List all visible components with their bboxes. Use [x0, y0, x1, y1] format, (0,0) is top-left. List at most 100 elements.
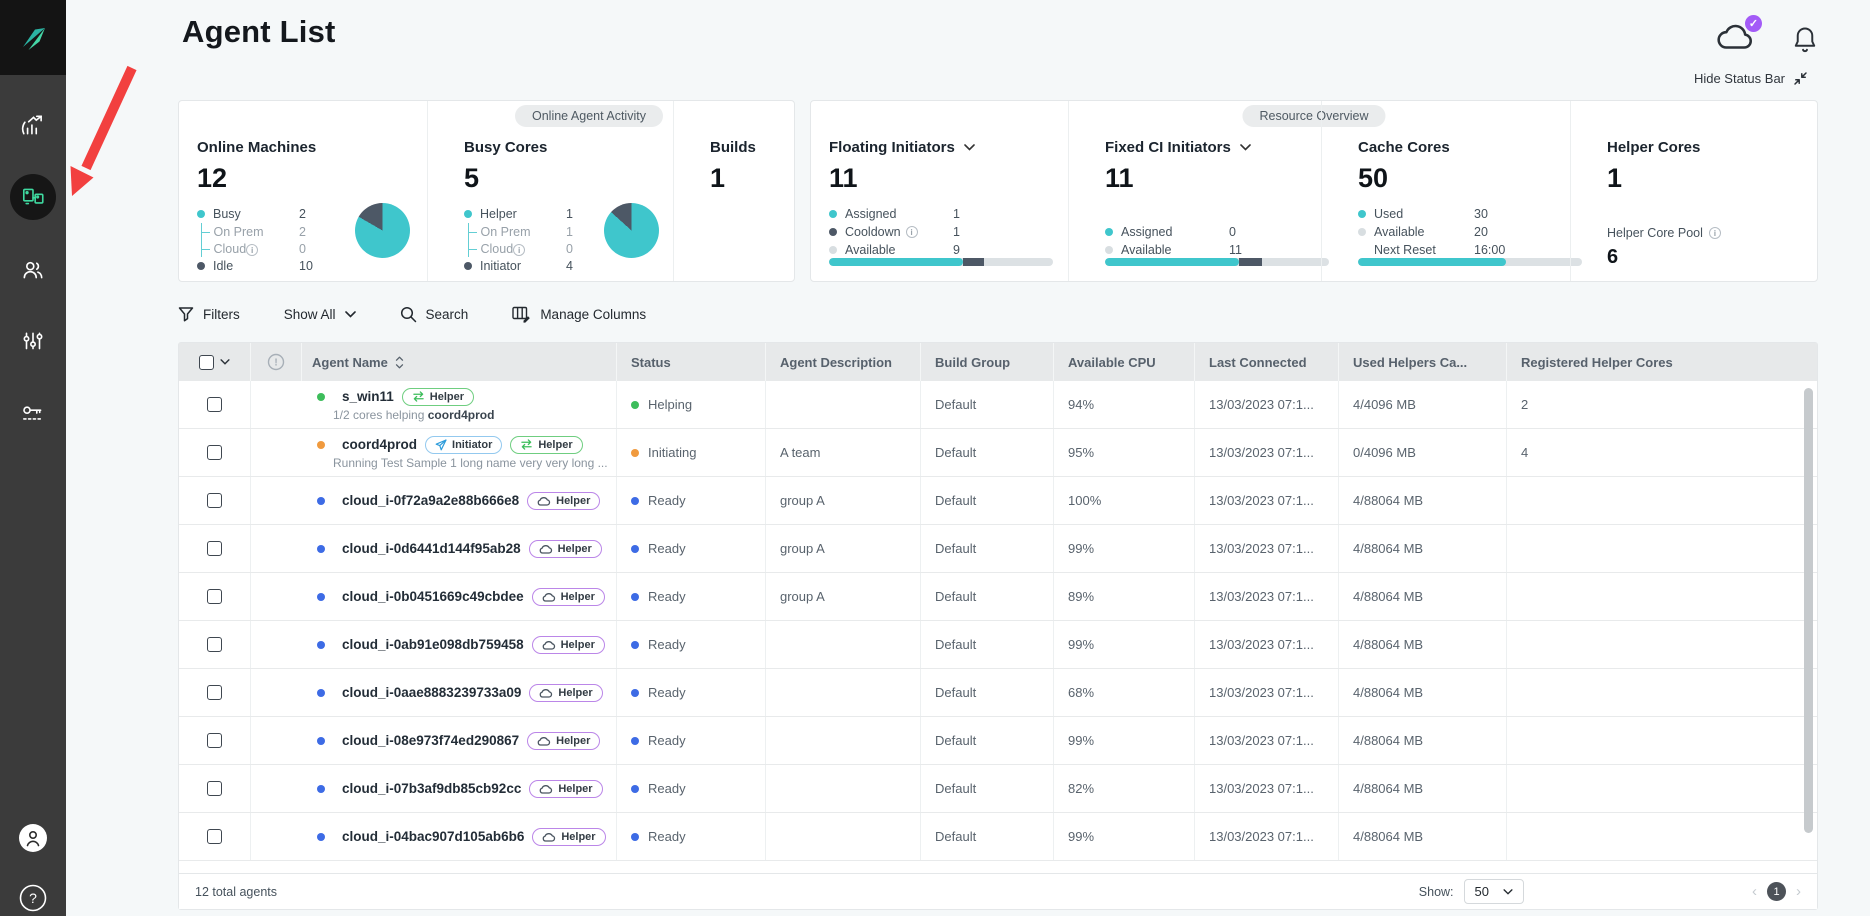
busy-label: Busy	[213, 207, 241, 221]
header-build-group[interactable]: Build Group	[921, 343, 1054, 381]
row-checkbox[interactable]	[207, 637, 222, 652]
show-all-dropdown[interactable]: Show All	[284, 307, 356, 322]
cache-cores-value: 50	[1358, 165, 1570, 192]
status-label: Ready	[648, 781, 686, 796]
notifications-bell-icon[interactable]	[1792, 25, 1818, 55]
agent-name: cloud_i-0ab91e098db759458	[342, 637, 524, 652]
hide-status-bar-label: Hide Status Bar	[1694, 71, 1785, 86]
manage-columns-button[interactable]: Manage Columns	[512, 306, 646, 323]
agents-table: ! Agent Name Status Agent Description Bu…	[178, 342, 1818, 910]
header-used-helpers[interactable]: Used Helpers Ca...	[1339, 343, 1507, 381]
header-registered-helper-cores[interactable]: Registered Helper Cores	[1507, 343, 1817, 381]
brand-logo-icon	[16, 21, 50, 55]
on-prem-value: 1	[566, 225, 592, 239]
sidebar-item-agents[interactable]	[10, 174, 56, 220]
table-body: s_win11Helper1/2 cores helping coord4pro…	[179, 381, 1817, 861]
row-checkbox[interactable]	[207, 829, 222, 844]
agent-name-cell[interactable]: cloud_i-0b0451669c49cbdeeHelper	[251, 573, 617, 620]
floating-initiators-section: Floating Initiators 11 Assigned1 Cooldow…	[811, 101, 1068, 281]
registered-helper-cores-cell: 2	[1507, 381, 1817, 428]
row-checkbox[interactable]	[207, 445, 222, 460]
header-actions: ✓	[1716, 22, 1818, 57]
agent-name-cell[interactable]: s_win11Helper1/2 cores helping coord4pro…	[251, 381, 617, 428]
search-button[interactable]: Search	[400, 306, 469, 323]
row-checkbox[interactable]	[207, 781, 222, 796]
build-group-cell: Default	[921, 477, 1054, 524]
show-label: Show:	[1419, 885, 1454, 899]
agent-name-cell[interactable]: cloud_i-07b3af9db85cb92ccHelper	[251, 765, 617, 812]
info-icon[interactable]: i	[1709, 227, 1721, 239]
helper-badge: Helper	[402, 388, 474, 406]
info-icon[interactable]: i	[246, 244, 258, 256]
build-group-cell: Default	[921, 621, 1054, 668]
row-checkbox[interactable]	[207, 733, 222, 748]
on-prem-label: On Prem	[214, 225, 264, 239]
svg-text:!: !	[274, 358, 277, 369]
swap-arrows-icon	[520, 439, 533, 450]
sidebar-item-account[interactable]	[18, 823, 48, 853]
header-status[interactable]: Status	[617, 343, 766, 381]
agent-name-cell[interactable]: cloud_i-0f72a9a2e88b666e8Helper	[251, 477, 617, 524]
helper-cores-title: Helper Cores	[1607, 139, 1817, 156]
app-logo[interactable]	[0, 0, 66, 75]
fixed-ci-initiators-title[interactable]: Fixed CI Initiators	[1105, 139, 1321, 156]
status-label: Ready	[648, 685, 686, 700]
cloud-badge: Helper	[527, 732, 600, 750]
header-select-all[interactable]	[179, 343, 251, 381]
chevron-down-icon	[964, 144, 975, 151]
row-checkbox[interactable]	[207, 589, 222, 604]
idle-label: Idle	[213, 259, 233, 273]
info-icon[interactable]: i	[513, 244, 525, 256]
available-value: 9	[953, 243, 979, 257]
cloud-check-badge: ✓	[1745, 15, 1762, 32]
page-size-select[interactable]: 50	[1464, 879, 1524, 904]
registered-helper-cores-cell	[1507, 765, 1817, 812]
helper-core-pool-value: 6	[1607, 246, 1817, 269]
description-cell	[766, 381, 921, 428]
last-connected-cell: 13/03/2023 07:1...	[1195, 525, 1339, 572]
header-available-cpu[interactable]: Available CPU	[1054, 343, 1195, 381]
row-select-cell	[179, 765, 251, 812]
select-all-checkbox[interactable]	[199, 355, 214, 370]
status-cell: Ready	[617, 525, 766, 572]
online-machines-value: 12	[197, 165, 427, 192]
helper-dot	[464, 210, 472, 218]
builds-title: Builds	[710, 139, 794, 156]
cloud-status-button[interactable]: ✓	[1716, 22, 1756, 57]
header-last-connected[interactable]: Last Connected	[1195, 343, 1339, 381]
chevron-down-icon[interactable]	[220, 359, 230, 365]
row-checkbox[interactable]	[207, 541, 222, 556]
status-cell: Helping	[617, 381, 766, 428]
agent-name-cell[interactable]: cloud_i-04bac907d105ab6b6Helper	[251, 813, 617, 860]
sidebar-item-help[interactable]: ?	[19, 884, 47, 912]
sidebar-item-dashboard[interactable]	[20, 112, 46, 138]
sidebar-item-settings[interactable]	[20, 329, 46, 355]
table-row: coord4prodInitiatorHelperRunning Test Sa…	[179, 429, 1817, 477]
agent-name-cell[interactable]: cloud_i-08e973f74ed290867Helper	[251, 717, 617, 764]
agent-name-cell[interactable]: cloud_i-0aae8883239733a09Helper	[251, 669, 617, 716]
agent-name-cell[interactable]: cloud_i-0ab91e098db759458Helper	[251, 621, 617, 668]
row-select-cell	[179, 813, 251, 860]
header-agent-description[interactable]: Agent Description	[766, 343, 921, 381]
agent-name-cell[interactable]: coord4prodInitiatorHelperRunning Test Sa…	[251, 429, 617, 476]
status-dot	[631, 593, 639, 601]
row-checkbox[interactable]	[207, 685, 222, 700]
manage-columns-icon	[512, 306, 531, 323]
info-icon[interactable]: i	[906, 226, 918, 238]
hide-status-bar-button[interactable]: Hide Status Bar	[1694, 71, 1808, 86]
next-page-button[interactable]: ›	[1796, 884, 1801, 899]
sort-icon[interactable]	[395, 356, 404, 369]
row-checkbox[interactable]	[207, 397, 222, 412]
builds-section: Builds 1	[673, 101, 794, 281]
filters-button[interactable]: Filters	[178, 306, 240, 322]
sidebar-item-license[interactable]	[20, 401, 46, 427]
row-checkbox[interactable]	[207, 493, 222, 508]
prev-page-button[interactable]: ‹	[1752, 884, 1757, 899]
floating-initiators-title[interactable]: Floating Initiators	[829, 139, 1068, 156]
agent-name-cell[interactable]: cloud_i-0d6441d144f95ab28Helper	[251, 525, 617, 572]
status-dot	[631, 545, 639, 553]
sidebar-item-users[interactable]	[20, 257, 46, 283]
header-agent-name[interactable]: Agent Name	[302, 343, 617, 381]
vertical-scrollbar[interactable]	[1804, 388, 1813, 833]
status-label: Ready	[648, 541, 686, 556]
